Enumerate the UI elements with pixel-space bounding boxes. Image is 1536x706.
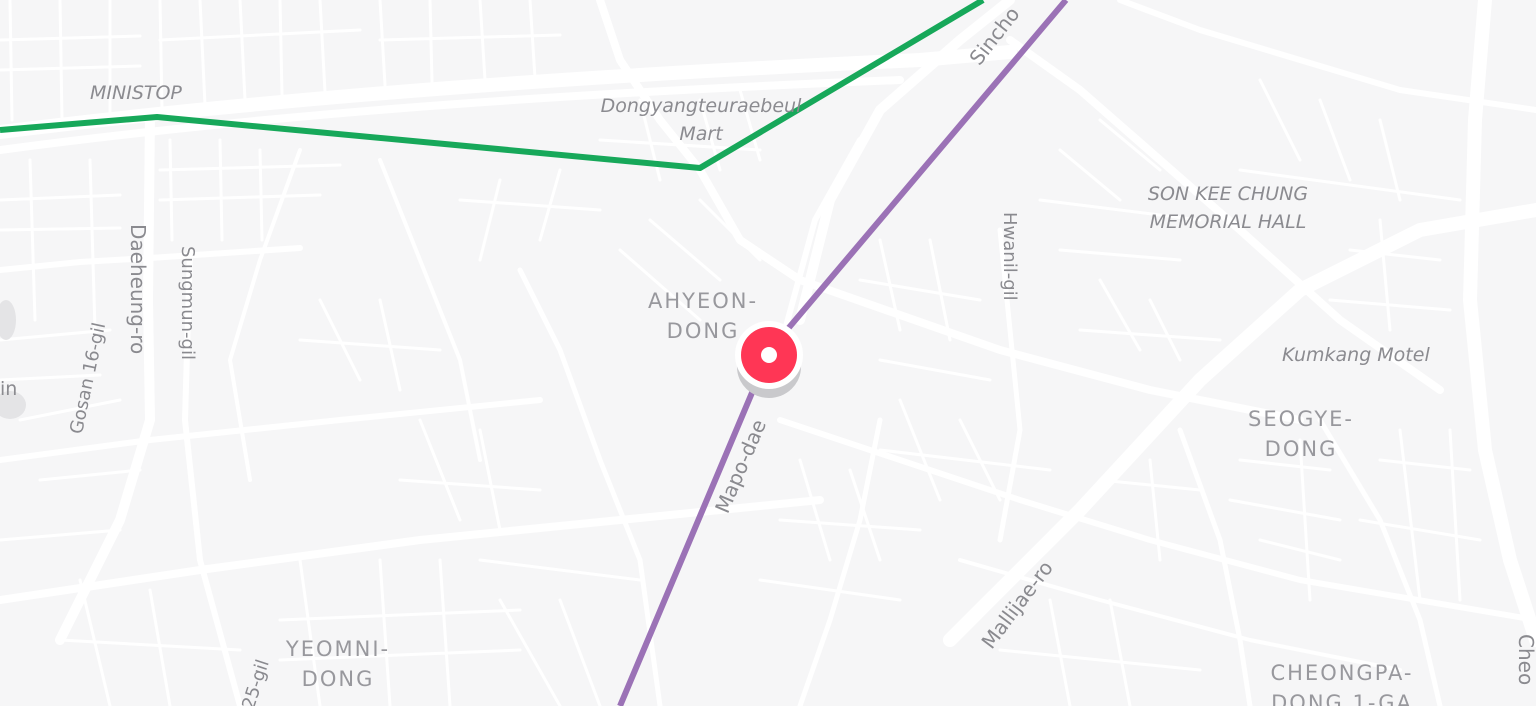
- district-label-line: DONG 1-GA: [1271, 691, 1413, 706]
- district-label-line: CHEONGPA-: [1270, 661, 1414, 685]
- road-label-hwanil-gil: Hwanil-gil: [999, 212, 1020, 301]
- location-pin-icon[interactable]: [733, 319, 805, 399]
- road-label-sungmun-gil: Sungmun-gil: [177, 246, 198, 360]
- district-label-line: AHYEON-: [647, 289, 759, 313]
- district-label-line: SEOGYE-: [1247, 407, 1355, 431]
- district-label-line: DONG: [1264, 437, 1338, 461]
- district-label-cheongpa-dong-1-ga: CHEONGPA- DONG 1-GA: [1248, 658, 1436, 706]
- road-label-daeheung-ro: Daeheung-ro: [126, 224, 150, 355]
- poi-label-line: Mart: [679, 123, 723, 145]
- poi-label-line: MEMORIAL HALL: [1149, 211, 1307, 233]
- district-label-seogye-dong: SEOGYE- DONG: [1228, 404, 1374, 464]
- poi-label-line: Dongyangteuraebeul: [600, 95, 802, 117]
- poi-label-son-kee-chung-memorial-hall: SON KEE CHUNG MEMORIAL HALL: [1140, 180, 1316, 236]
- district-label-yeomni-dong: YEOMNI- DONG: [265, 634, 411, 694]
- poi-label-line: SON KEE CHUNG: [1147, 183, 1309, 205]
- poi-label-partial: in: [0, 378, 18, 400]
- poi-label-dongyangteuraebeul-mart: Dongyangteuraebeul Mart: [596, 92, 806, 148]
- district-label-line: YEOMNI-: [285, 637, 391, 661]
- district-label-line: DONG: [301, 667, 375, 691]
- road-label-cheo: Cheo: [1514, 634, 1536, 686]
- poi-label-kumkang-motel: Kumkang Motel: [1282, 344, 1430, 366]
- map-view[interactable]: MINISTOP Dongyangteuraebeul Mart SON KEE…: [0, 0, 1536, 706]
- poi-label-ministop: MINISTOP: [90, 82, 182, 104]
